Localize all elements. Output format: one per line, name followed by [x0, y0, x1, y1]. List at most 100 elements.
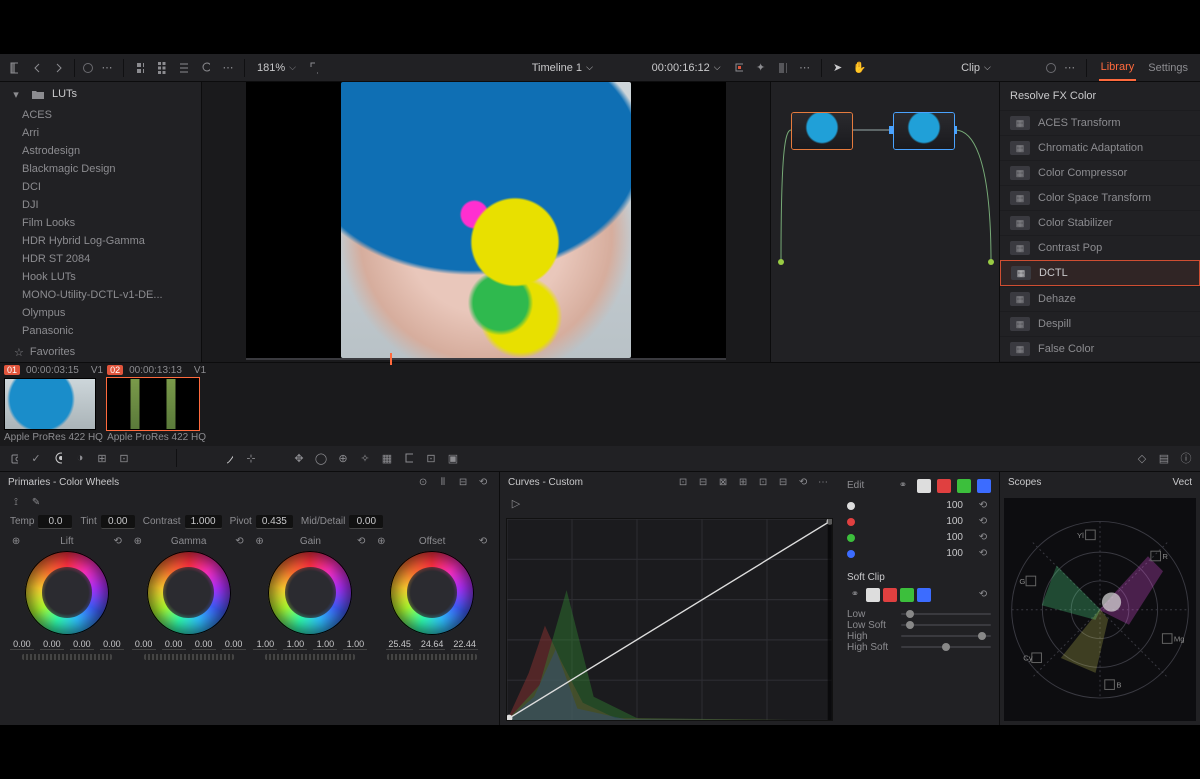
softclip-high[interactable]: High [847, 631, 991, 642]
wheel-value[interactable]: 0.00 [70, 639, 94, 650]
lut-folder-item[interactable]: HDR ST 2084 [0, 250, 201, 268]
fx-item[interactable]: ▦Color Stabilizer [1000, 210, 1200, 235]
more-icon[interactable]: ⋯ [99, 60, 115, 76]
wheel-value[interactable]: 0.00 [222, 639, 246, 650]
primaries-icon[interactable] [50, 450, 66, 466]
reset-icon[interactable]: ⟲ [975, 546, 991, 562]
color-wheel-gamma[interactable]: ⊕Gamma⟲0.000.000.000.00 [134, 536, 244, 660]
tab-library[interactable]: Library [1099, 55, 1137, 81]
curves-graph[interactable] [506, 518, 833, 722]
timecode-field[interactable]: 00:00:16:12 ⌵ [648, 60, 725, 76]
motion-icon[interactable]: ⊡ [116, 450, 132, 466]
wheel-value[interactable]: 0.00 [40, 639, 64, 650]
reset-icon[interactable]: ⟲ [975, 530, 991, 546]
wheel-value[interactable]: 1.00 [343, 639, 367, 650]
wheel-value[interactable]: 1.00 [253, 639, 277, 650]
zoom-dropdown[interactable]: 181% ⌵ [253, 60, 300, 76]
curves-hvs-icon[interactable]: ⊠ [715, 475, 731, 491]
target-icon[interactable]: ⊕ [377, 536, 385, 547]
reset-icon[interactable]: ⟲ [113, 536, 121, 547]
wipe-icon[interactable]: ✦ [753, 60, 769, 76]
fx-item[interactable]: ▦Dehaze [1000, 286, 1200, 311]
curves-custom-icon[interactable]: ⊡ [675, 475, 691, 491]
pivot-field[interactable]: 0.435 [256, 515, 293, 529]
log-mode-icon[interactable]: ⊟ [455, 475, 471, 491]
temp-field[interactable]: 0.0 [38, 515, 72, 529]
play-icon[interactable]: ▷ [508, 496, 524, 512]
view-list-icon[interactable] [176, 60, 192, 76]
fx-item[interactable]: ▦Color Space Transform [1000, 185, 1200, 210]
reset-icon[interactable]: ⟲ [479, 536, 487, 547]
curve-intensity-row[interactable]: 100 ⟲ [847, 546, 991, 562]
viewer[interactable] [202, 82, 770, 358]
reset-icon[interactable]: ⟲ [975, 498, 991, 514]
curve-intensity-row[interactable]: 100 ⟲ [847, 498, 991, 514]
lut-folder-item[interactable]: Olympus [0, 304, 201, 322]
reset-icon[interactable]: ⟲ [975, 587, 991, 603]
3d-icon[interactable]: ▣ [445, 450, 461, 466]
more-icon[interactable]: ⋯ [1062, 60, 1078, 76]
info-icon[interactable]: ⓘ [1178, 450, 1194, 466]
lut-folder-item[interactable]: ACES [0, 106, 201, 124]
sc-chip-red[interactable] [883, 588, 897, 602]
node-graph[interactable]: 01 ▣ 02 ▣ [770, 82, 1000, 362]
sc-chip-lum[interactable] [866, 588, 880, 602]
node-1[interactable]: 01 ▣ [791, 112, 853, 150]
wheel-value[interactable]: 0.00 [162, 639, 186, 650]
split-view-icon[interactable] [775, 60, 791, 76]
reset-icon[interactable]: ⟲ [475, 475, 491, 491]
wheel-value[interactable]: 0.00 [192, 639, 216, 650]
more-icon[interactable]: ⋯ [220, 60, 236, 76]
nav-prev-icon[interactable] [28, 60, 44, 76]
fx-item[interactable]: ▦Despill [1000, 311, 1200, 336]
curves-icon[interactable] [221, 450, 237, 466]
key-icon[interactable] [401, 450, 417, 466]
ym-slider[interactable] [144, 654, 234, 660]
pick-white-icon[interactable]: ✎ [28, 495, 44, 511]
scopes-toggle-icon[interactable]: ▤ [1156, 450, 1172, 466]
lut-folder-item[interactable]: Astrodesign [0, 142, 201, 160]
window-icon[interactable]: ◯ [313, 450, 329, 466]
color-wheel-gain[interactable]: ⊕Gain⟲1.001.001.001.00 [255, 536, 365, 660]
ym-slider[interactable] [387, 654, 477, 660]
more-icon[interactable]: ⋯ [797, 60, 813, 76]
auto-balance-icon[interactable]: ⟟ [8, 495, 24, 511]
scopes-mode[interactable]: Vect [1173, 477, 1192, 488]
ym-slider[interactable] [22, 654, 112, 660]
qualifier-icon[interactable]: ✥ [291, 450, 307, 466]
edit-chip-red[interactable] [937, 479, 951, 493]
lut-folder-item[interactable]: Arri [0, 124, 201, 142]
curves-hvl-icon[interactable]: ⊞ [735, 475, 751, 491]
blur-icon[interactable]: ▦ [379, 450, 395, 466]
lut-folder-item[interactable]: HDR Hybrid Log-Gamma [0, 232, 201, 250]
lut-folder-item[interactable]: Blackmagic Design [0, 160, 201, 178]
ym-slider[interactable] [265, 654, 355, 660]
timeline-dropdown[interactable]: Timeline 1 ⌵ [528, 60, 597, 76]
tab-settings[interactable]: Settings [1146, 55, 1190, 81]
color-match-icon[interactable]: ✓ [28, 450, 44, 466]
sidebar-toggle-icon[interactable] [6, 60, 22, 76]
nav-next-icon[interactable] [50, 60, 66, 76]
wheel-value[interactable]: 24.64 [419, 639, 446, 650]
softclip-low-soft[interactable]: Low Soft [847, 620, 991, 631]
middetail-field[interactable]: 0.00 [349, 515, 383, 529]
sc-chip-green[interactable] [900, 588, 914, 602]
lut-folder-item[interactable]: MONO-Utility-DCTL-v1-DE... [0, 286, 201, 304]
edit-chip-green[interactable] [957, 479, 971, 493]
wheel-value[interactable]: 1.00 [313, 639, 337, 650]
vectorscope[interactable]: R Mg B Cy G Yl [1004, 498, 1196, 722]
link-icon[interactable]: ⚭ [895, 478, 911, 494]
playhead[interactable] [390, 353, 392, 365]
hand-icon[interactable]: ✋ [852, 60, 868, 76]
tracking-icon[interactable]: ⊕ [335, 450, 351, 466]
warper-icon[interactable]: ⊹ [243, 450, 259, 466]
clip-thumbnail[interactable]: 0100:00:03:15V1 Apple ProRes 422 HQ [4, 365, 103, 443]
marker-dot-icon[interactable] [1046, 63, 1056, 73]
rgb-mixer-icon[interactable]: ⊞ [94, 450, 110, 466]
contrast-field[interactable]: 1.000 [185, 515, 222, 529]
softclip-low[interactable]: Low [847, 609, 991, 620]
edit-chip-lum[interactable] [917, 479, 931, 493]
wheel-value[interactable]: 22.44 [451, 639, 478, 650]
magic-mask-icon[interactable]: ✧ [357, 450, 373, 466]
target-icon[interactable]: ⊕ [12, 536, 20, 547]
